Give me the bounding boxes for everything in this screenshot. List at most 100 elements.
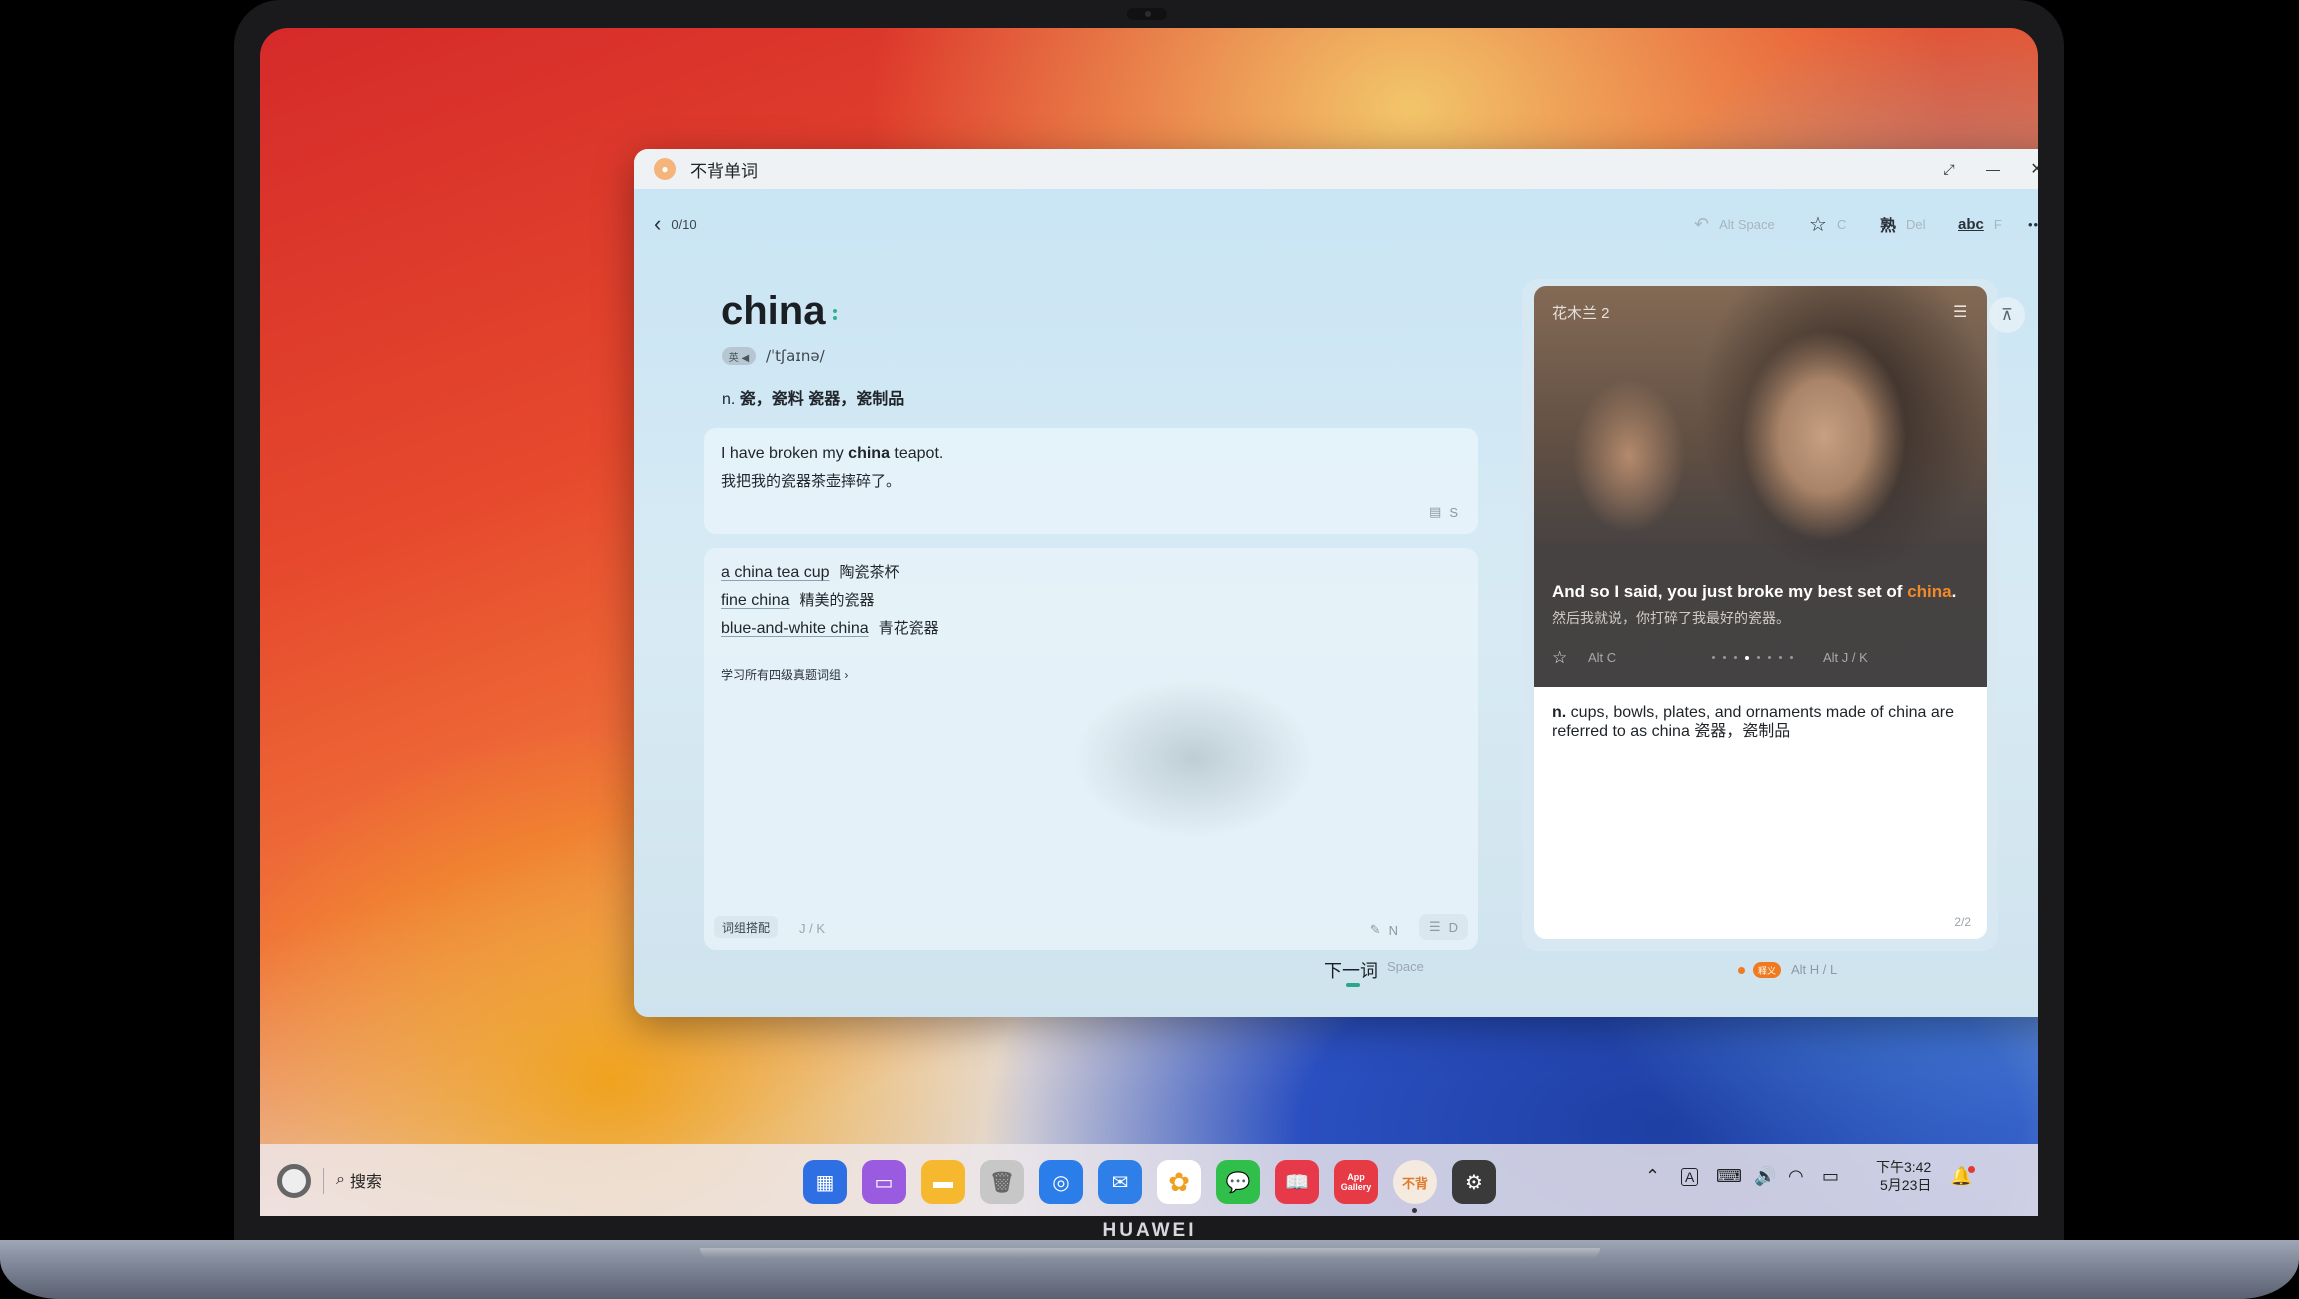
chevron-up-icon[interactable]: ⌃: [1645, 1166, 1660, 1187]
familiar-icon: 熟: [1880, 218, 1897, 235]
pager-dot[interactable]: [1723, 656, 1726, 659]
launcher-app-icon[interactable]: ▦: [803, 1160, 847, 1204]
meaning-text: 瓷，瓷料 瓷器，瓷制品: [739, 391, 905, 408]
restore-button[interactable]: ⤢: [1936, 157, 1962, 181]
undo-button[interactable]: ↶ Alt Space: [1694, 204, 1775, 244]
phrase-tab[interactable]: 词组搭配: [714, 916, 779, 938]
clock-date[interactable]: 5月23日: [1880, 1175, 1931, 1195]
undo-icon: ↶: [1694, 213, 1710, 234]
definition-badge[interactable]: 释义: [1753, 962, 1782, 978]
appgallery-app-icon[interactable]: App Gallery: [1334, 1160, 1378, 1204]
phonetic: /ˈtʃaɪnə/: [766, 347, 825, 365]
spell-button[interactable]: abc F: [1958, 204, 2002, 244]
example-toggle[interactable]: ▤ S: [1429, 504, 1458, 520]
phrase-tab-shortcut: J / K: [799, 921, 826, 936]
learn-phrases-link[interactable]: 学习所有四级真题词组 ›: [721, 666, 848, 683]
phrase-item[interactable]: a china tea cup 陶瓷茶杯: [721, 561, 900, 582]
trash-app-icon[interactable]: 🗑: [980, 1160, 1024, 1204]
phrase-item[interactable]: blue-and-white china 青花瓷器: [721, 617, 939, 638]
laptop-hinge: [700, 1248, 1600, 1258]
star-shortcut: Alt C: [1588, 650, 1617, 665]
browser-app-icon[interactable]: ◎: [1039, 1160, 1083, 1204]
star-icon: ☆: [1809, 213, 1827, 236]
star-icon[interactable]: ☆: [1552, 648, 1567, 668]
phrase-item[interactable]: fine china 精美的瓷器: [721, 589, 875, 610]
definition-page: 2/2: [1954, 915, 1971, 929]
search-label: 搜索: [349, 1174, 382, 1191]
progress-counter: 0/10: [671, 216, 697, 232]
undo-shortcut: Alt Space: [1719, 216, 1775, 232]
definition-card: n. cups, bowls, plates, and ornaments ma…: [1534, 687, 1987, 939]
pager-dot[interactable]: [1734, 656, 1737, 659]
title-bar: ● 不背单词 ⤢ — ✕: [634, 149, 2038, 189]
search-icon: ⌕: [336, 1171, 345, 1188]
wifi-icon[interactable]: ◠: [1788, 1166, 1804, 1187]
notification-dot: [1968, 1166, 1975, 1173]
word-title: china: [721, 289, 826, 333]
assistant-button[interactable]: [277, 1164, 311, 1198]
back-button[interactable]: ‹ 0/10: [654, 204, 697, 244]
toolbar: ‹ 0/10 ↶ Alt Space ☆ C 熟 Del abc F •: [634, 204, 2038, 244]
input-method-icon[interactable]: A: [1681, 1168, 1699, 1186]
search-button[interactable]: ⌕ 搜索: [336, 1168, 382, 1192]
messages-app-icon[interactable]: 💬: [1216, 1160, 1260, 1204]
pronounce-button[interactable]: 英 ◀: [722, 347, 756, 365]
desktop: ● 不背单词 ⤢ — ✕ ‹ 0/10 ↶ Alt Space ☆ C 熟 De…: [260, 28, 2038, 1216]
multitask-app-icon[interactable]: ▭: [862, 1160, 906, 1204]
subtitle-icon: ▤: [1429, 504, 1442, 519]
subtitle-zh: 然后我就说，你打碎了我最好的瓷器。: [1552, 610, 1790, 626]
mail-app-icon[interactable]: ✉: [1098, 1160, 1142, 1204]
pager-dot[interactable]: [1757, 656, 1760, 659]
definition-shortcut: Alt H / L: [1791, 962, 1838, 977]
taskbar: ⌕ 搜索 ⌃ A ⌨ 🔊 ◠ ▭ 下午3:42 5月23日 🔔 ▦ ▭ ▬ 🗑 ◎ ✉ ✿ 💬…: [260, 1144, 2038, 1216]
video-player[interactable]: 花木兰 2 ☰ And so I said, you just broke my…: [1534, 286, 1987, 687]
app-icon: ●: [654, 158, 676, 180]
pager-dot[interactable]: [1768, 656, 1771, 659]
close-button[interactable]: ✕: [2024, 157, 2038, 181]
volume-icon[interactable]: 🔊: [1754, 1166, 1776, 1187]
pager-dot[interactable]: [1745, 656, 1749, 660]
example-card[interactable]: I have broken my china teapot. 我把我的瓷器茶壶摔…: [704, 428, 1478, 534]
word-meaning: n. 瓷，瓷料 瓷器，瓷制品: [722, 385, 904, 409]
word-level-indicator: [833, 309, 837, 325]
pin-button[interactable]: ⊼: [1989, 297, 2025, 333]
pin-icon: ⊼: [2001, 307, 2013, 324]
clock-time[interactable]: 下午3:42: [1876, 1157, 1931, 1177]
phrases-card: a china tea cup 陶瓷茶杯 fine china 精美的瓷器 blue…: [704, 548, 1478, 950]
bubei-app-icon[interactable]: 不背: [1393, 1160, 1437, 1204]
settings-app-icon[interactable]: ⚙: [1452, 1160, 1496, 1204]
subtitle-en: And so I said, you just broke my best se…: [1552, 582, 1957, 601]
chevron-left-icon: ‹: [654, 211, 662, 236]
more-button[interactable]: •••: [2028, 204, 2038, 244]
pager-dot[interactable]: [1790, 656, 1793, 659]
example-sentence-zh: 我把我的瓷器茶壶摔碎了。: [721, 473, 902, 490]
keyboard-icon[interactable]: ⌨: [1716, 1166, 1742, 1187]
minimize-button[interactable]: —: [1980, 157, 2006, 181]
window-title: 不背单词: [690, 161, 758, 181]
familiar-button[interactable]: 熟 Del: [1880, 204, 1926, 244]
battery-icon[interactable]: ▭: [1822, 1166, 1839, 1187]
status-dot: [1738, 967, 1745, 974]
next-word-shortcut: Space: [1387, 959, 1424, 974]
pen-icon: ✎: [1369, 922, 1381, 937]
books-app-icon[interactable]: 📖: [1275, 1160, 1319, 1204]
camera-icon: [1145, 11, 1151, 17]
spell-shortcut: F: [1993, 216, 2002, 232]
pager-dot[interactable]: [1779, 656, 1782, 659]
divider: [323, 1168, 324, 1194]
files-app-icon[interactable]: ▬: [921, 1160, 965, 1204]
dictionary-button[interactable]: ☰ D: [1418, 914, 1468, 940]
pager-dot[interactable]: [1712, 656, 1715, 659]
more-icon: •••: [2028, 216, 2038, 232]
next-word-button[interactable]: 下一词: [1324, 957, 1378, 983]
running-indicator: [1412, 1208, 1417, 1213]
star-button[interactable]: ☆ C: [1809, 204, 1846, 244]
spell-icon: abc: [1958, 215, 1984, 233]
app-window: ● 不背单词 ⤢ — ✕ ‹ 0/10 ↶ Alt Space ☆ C 熟 De…: [634, 149, 2038, 1017]
laptop-frame: HUAWEI ● 不背单词 ⤢ — ✕ ‹ 0/10 ↶ Alt Space ☆…: [0, 0, 2299, 1299]
clip-pager[interactable]: [1712, 656, 1793, 660]
note-button[interactable]: ✎ N: [1370, 922, 1398, 938]
gallery-app-icon[interactable]: ✿: [1157, 1160, 1201, 1204]
menu-icon[interactable]: ☰: [1953, 302, 1969, 322]
part-of-speech: n.: [722, 391, 736, 408]
